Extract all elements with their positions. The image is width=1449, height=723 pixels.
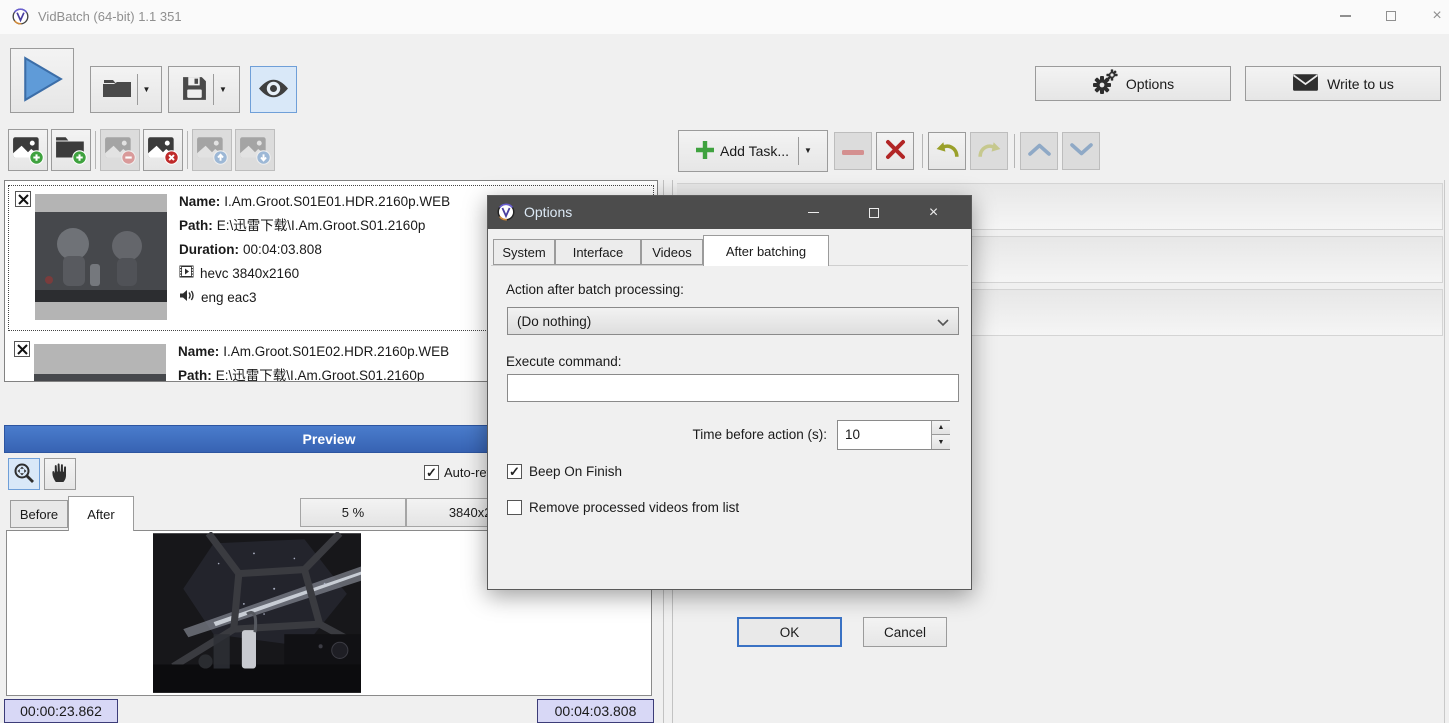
chevron-up-icon [1027,142,1052,160]
execute-command-label: Execute command: [506,354,622,369]
move-video-down-button[interactable] [235,129,275,171]
action-label: Action after batch processing: [506,282,684,297]
video-thumbnail [34,344,166,382]
write-button-label: Write to us [1327,76,1394,92]
add-task-button[interactable]: Add Task... ▼ [678,130,828,172]
preview-toggle-button[interactable] [250,66,297,113]
app-logo-icon [12,8,29,28]
dialog-titlebar[interactable]: Options × [488,196,971,229]
ok-button[interactable]: OK [737,617,842,647]
dialog-logo-icon [497,203,515,224]
undo-icon [934,139,961,163]
start-batch-button[interactable] [10,48,74,113]
app-window: VidBatch (64-bit) 1.1 351 × ▼ ▼ Options … [0,0,1449,723]
minimize-button[interactable] [1325,0,1365,32]
cancel-button[interactable]: Cancel [863,617,947,647]
plus-icon [694,139,716,164]
chevron-down-icon [1069,142,1094,160]
tab-videos[interactable]: Videos [641,239,703,265]
remove-task-button[interactable] [834,132,872,170]
magnifier-icon [13,462,35,487]
x-icon [884,138,907,164]
add-video-icon [12,133,44,168]
time-in-box: 00:00:23.862 [4,699,118,723]
move-up-icon [196,133,228,168]
checkbox-checked[interactable]: ✓ [507,464,522,479]
remove-all-icon [147,133,179,168]
pan-button[interactable] [44,458,76,490]
undo-button[interactable] [928,132,966,170]
time-before-action-label: Time before action (s): [491,427,827,442]
tab-interface[interactable]: Interface [555,239,641,265]
tab-system[interactable]: System [493,239,555,265]
time-out-box: 00:04:03.808 [537,699,654,723]
dialog-tab-pane: Action after batch processing: (Do nothi… [491,265,968,587]
tab-after-batching[interactable]: After batching [703,235,829,266]
move-video-up-button[interactable] [192,129,232,171]
film-icon [179,262,194,286]
minus-icon [842,144,865,159]
beep-on-finish-checkbox[interactable]: ✓ Beep On Finish [507,464,622,479]
open-dropdown-caret-icon[interactable]: ▼ [143,86,151,94]
remove-processed-checkbox[interactable]: Remove processed videos from list [507,500,739,515]
options-dialog: Options × System Interface Videos After … [487,195,972,590]
dialog-minimize-button[interactable] [791,196,836,229]
redo-icon [976,139,1003,163]
checkbox-unchecked[interactable] [507,500,522,515]
write-to-us-button[interactable]: Write to us [1245,66,1441,101]
gears-icon [1092,69,1118,98]
video-thumbnail [35,194,167,320]
remove-video-icon [104,133,136,168]
remove-video-button[interactable] [100,129,140,171]
dialog-maximize-button[interactable] [851,196,896,229]
window-title: VidBatch (64-bit) 1.1 351 [38,9,182,24]
tab-after[interactable]: After [68,496,134,531]
remove-all-tasks-button[interactable] [876,132,914,170]
action-dropdown[interactable]: (Do nothing) [507,307,959,335]
options-button-label: Options [1126,76,1174,92]
add-video-button[interactable] [8,129,48,171]
beep-label: Beep On Finish [529,464,622,479]
video-checkbox[interactable] [14,341,30,357]
move-task-up-button[interactable] [1020,132,1058,170]
envelope-icon [1292,73,1319,95]
remove-all-videos-button[interactable] [143,129,183,171]
time-before-action-spinner[interactable]: 10 ▲ ▼ [837,420,950,450]
move-down-icon [239,133,271,168]
save-dropdown-caret-icon[interactable]: ▼ [219,86,227,94]
dialog-close-button[interactable]: × [911,196,956,229]
close-button[interactable]: × [1417,0,1449,32]
video-checkbox[interactable] [15,191,31,207]
add-task-caret-icon[interactable]: ▼ [804,147,812,155]
spinner-up-button[interactable]: ▲ [932,421,950,435]
dialog-title: Options [524,204,572,220]
add-folder-button[interactable] [51,129,91,171]
maximize-button[interactable] [1371,0,1411,32]
hand-icon [51,461,70,487]
open-folder-icon [102,76,132,104]
right-edge-line [1444,180,1445,723]
spinner-value[interactable]: 10 [845,427,860,442]
execute-command-input[interactable] [507,374,959,402]
save-icon [181,75,208,105]
speaker-icon [179,286,195,310]
spinner-down-button[interactable]: ▼ [932,435,950,449]
redo-button[interactable] [970,132,1008,170]
titlebar: VidBatch (64-bit) 1.1 351 × [0,0,1449,34]
checkbox-checked[interactable]: ✓ [424,465,439,480]
chevron-down-icon [937,319,949,327]
add-task-label: Add Task... [720,143,789,159]
zoom-percent-button[interactable]: 5 % [300,498,406,527]
play-icon [21,56,63,105]
tab-before[interactable]: Before [10,500,68,528]
zoom-fit-button[interactable] [8,458,40,490]
open-button[interactable]: ▼ [90,66,162,113]
save-button[interactable]: ▼ [168,66,240,113]
eye-icon [258,77,289,103]
remove-label: Remove processed videos from list [529,500,739,515]
chevron-down-button[interactable] [1062,132,1100,170]
preview-frame-image [153,532,361,697]
options-button[interactable]: Options [1035,66,1231,101]
add-folder-icon [55,133,87,168]
